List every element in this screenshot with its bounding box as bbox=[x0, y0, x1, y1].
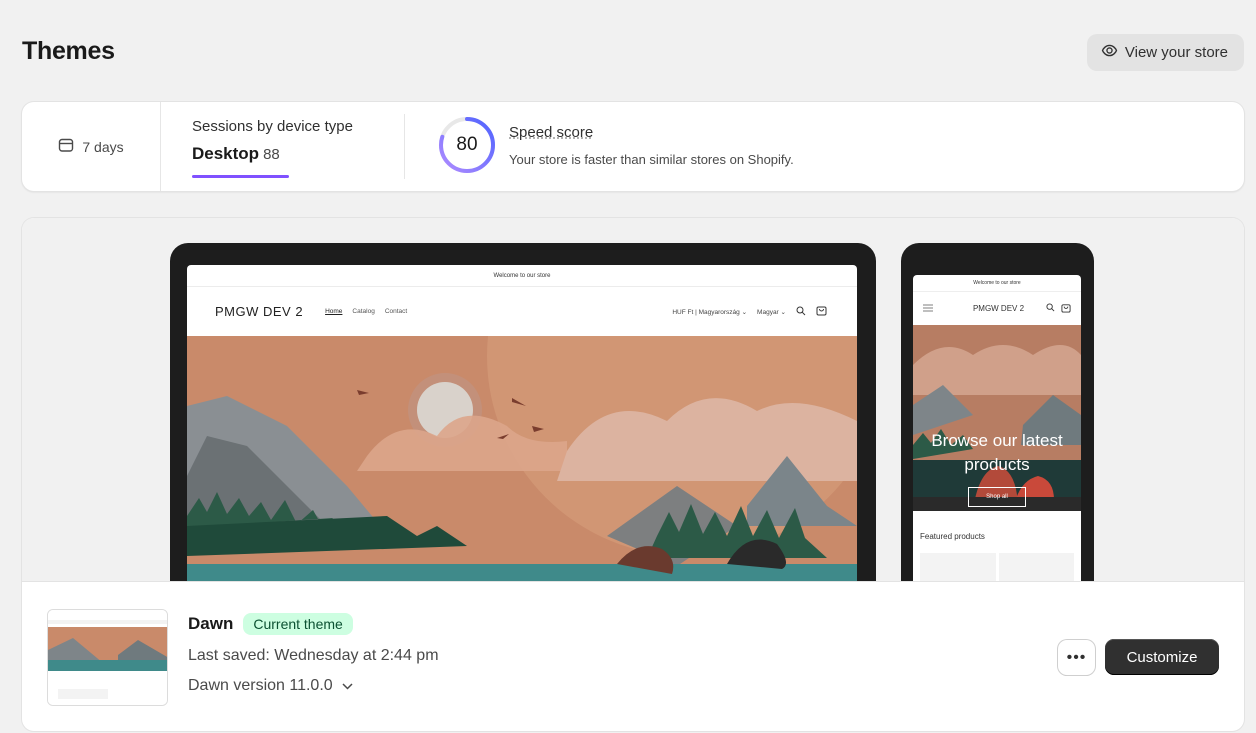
page-title: Themes bbox=[22, 37, 115, 65]
sessions-underline bbox=[192, 175, 289, 178]
divider bbox=[404, 114, 405, 179]
current-theme-badge: Current theme bbox=[243, 613, 353, 635]
desktop-preview: Welcome to our store PMGW DEV 2 Home Cat… bbox=[170, 243, 876, 581]
mobile-hero-image bbox=[913, 325, 1081, 511]
desktop-announcement: Welcome to our store bbox=[187, 265, 857, 287]
date-range-button[interactable]: 7 days bbox=[22, 102, 161, 191]
device-value: 88 bbox=[263, 146, 280, 163]
date-range-label: 7 days bbox=[82, 138, 124, 155]
nav-home: Home bbox=[325, 308, 343, 315]
speed-score[interactable]: 80 Speed score Your store is faster than… bbox=[438, 116, 794, 174]
view-store-label: View your store bbox=[1124, 44, 1228, 61]
theme-version-label: Dawn version 11.0.0 bbox=[188, 677, 333, 694]
sessions-label: Sessions by device type bbox=[192, 118, 353, 135]
nav-contact: Contact bbox=[384, 308, 408, 315]
theme-preview: Welcome to our store PMGW DEV 2 Home Cat… bbox=[22, 218, 1244, 582]
cart-icon bbox=[816, 305, 827, 318]
featured-products bbox=[920, 553, 1074, 581]
desktop-hero-image bbox=[187, 336, 857, 581]
speed-score-description: Your store is faster than similar stores… bbox=[509, 151, 794, 167]
chevron-down-icon bbox=[342, 677, 353, 695]
mobile-hero-button: Shop all bbox=[968, 487, 1026, 507]
sessions-value: Desktop 88 bbox=[192, 144, 405, 164]
currency-selector: HUF Ft | Magyarország ⌄ bbox=[672, 308, 748, 316]
calendar-icon bbox=[58, 137, 74, 156]
mobile-preview: Welcome to our store PMGW DEV 2 Browse o… bbox=[901, 243, 1094, 581]
mobile-search-icon bbox=[1046, 302, 1055, 315]
eye-icon bbox=[1101, 42, 1118, 63]
language-selector: Magyar ⌄ bbox=[757, 308, 786, 316]
theme-version-toggle[interactable]: Dawn version 11.0.0 bbox=[188, 677, 353, 695]
more-actions-button[interactable]: ••• bbox=[1058, 640, 1095, 675]
last-saved-text: Last saved: Wednesday at 2:44 pm bbox=[188, 647, 439, 664]
mobile-announcement: Welcome to our store bbox=[913, 275, 1081, 292]
device-label: Desktop bbox=[192, 144, 260, 163]
view-store-button[interactable]: View your store bbox=[1086, 34, 1244, 71]
speed-score-value: 80 bbox=[456, 134, 478, 155]
customize-button[interactable]: Customize bbox=[1105, 639, 1219, 675]
mobile-hero-title: Browse our latest products bbox=[931, 431, 1063, 474]
speed-score-title: Speed score bbox=[509, 123, 594, 141]
mobile-brand: PMGW DEV 2 bbox=[972, 304, 1025, 313]
speed-gauge: 80 bbox=[438, 116, 496, 174]
sessions-stat[interactable]: Sessions by device type Desktop 88 bbox=[161, 102, 405, 191]
theme-card: Welcome to our store PMGW DEV 2 Home Cat… bbox=[22, 218, 1244, 731]
theme-thumbnail[interactable] bbox=[47, 609, 168, 706]
theme-info: Dawn Current theme Last saved: Wednesday… bbox=[22, 582, 1244, 731]
stats-card: 7 days Sessions by device type Desktop 88… bbox=[22, 102, 1244, 191]
theme-name: Dawn bbox=[188, 614, 234, 633]
nav-catalog: Catalog bbox=[352, 308, 375, 315]
menu-icon bbox=[923, 304, 933, 314]
featured-title: Featured products bbox=[920, 532, 985, 541]
mobile-cart-icon bbox=[1061, 303, 1071, 315]
desktop-brand: PMGW DEV 2 bbox=[215, 304, 304, 319]
search-icon bbox=[796, 306, 806, 318]
